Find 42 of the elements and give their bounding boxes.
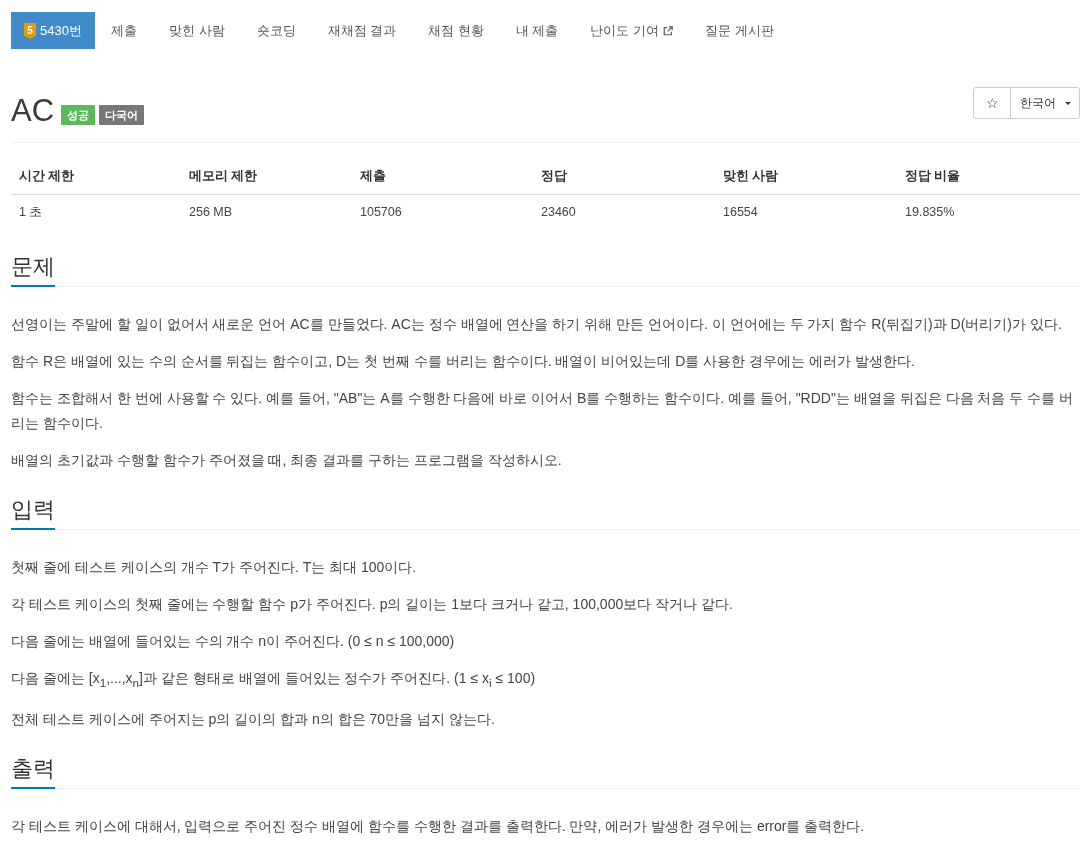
shield-badge: 5 (24, 22, 36, 39)
nav-tab[interactable]: 제출 (94, 12, 153, 49)
problem-label: 다국어 (99, 105, 145, 125)
table-cell-text: 16554 (722, 204, 759, 221)
table-header: 메모리 제한 (188, 168, 259, 185)
table-cell-text: 23460 (540, 204, 577, 221)
nav-tab[interactable]: 숏코딩 (240, 12, 312, 49)
paragraph: 각 테스트 케이스의 첫째 줄에는 수행할 함수 p가 주어진다. p의 길이는 1보다 크거나 같고, 100,000보다 작거나 같다. (11, 595, 734, 614)
problem-label: 성공 (61, 105, 96, 125)
table-header: 맞힌 사람 (722, 168, 780, 185)
nav-tab[interactable]: 질문 게시판 (689, 12, 790, 49)
nav-tab[interactable]: 채점 현황 (412, 12, 500, 49)
paragraph: 함수 R은 배열에 있는 수의 순서를 뒤집는 함수이고, D는 첫 번째 수를 버리는 함수이다. 배열이 비어있는데 D를 사용한 경우에는 에러가 발생한다. (11, 352, 916, 371)
paragraph: 첫째 줄에 테스트 케이스의 개수 T가 주어진다. T는 최대 100이다. (11, 558, 418, 577)
problem-title: AC (11, 93, 55, 129)
table-header: 정답 (540, 168, 568, 185)
language-dropdown[interactable]: 한국어 (1010, 87, 1080, 119)
favorite-button[interactable]: ☆ (973, 87, 1011, 119)
paragraph: 다음 줄에는 [x$_{1}$,...,x$_{n}$]과 같은 형태로 배열에 들어있는 정수가 주어진다. (1 ≤ x$_{i}$ ≤ 100) (11, 669, 537, 691)
nav-tab[interactable]: 5 5430번 (11, 12, 95, 49)
table-cell-text: 256 MB (188, 204, 234, 221)
nav-tab[interactable]: 난이도 기여 (574, 12, 690, 49)
nav-tab[interactable]: 맞힌 사람 (152, 12, 241, 49)
table-cell-text: 105706 (359, 204, 403, 221)
external-link-icon (663, 25, 674, 36)
paragraph: 선영이는 주말에 할 일이 없어서 새로운 언어 AC를 만들었다. AC는 정수 배열에 연산을 하기 위해 만든 언어이다. 이 언어에는 두 가지 함수 R(뒤집기)과 D(버리기)가 있다. (11, 315, 1063, 334)
table-cell-text: 19.835% (904, 204, 956, 221)
paragraph: 배열의 초기값과 수행할 함수가 주어졌을 때, 최종 결과를 구하는 프로그램을 작성하시오. (11, 451, 563, 470)
paragraph: 각 테스트 케이스에 대해서, 입력으로 주어진 정수 배열에 함수를 수행한 결과를 출력한다. 만약, 에러가 발생한 경우에는 error를 출력한다. (11, 816, 866, 836)
section-title: 입력 (11, 497, 55, 530)
table-cell-text: 1 초 (18, 204, 44, 221)
paragraph: 다음 줄에는 배열에 들어있는 수의 개수 n이 주어진다. (0 ≤ n ≤ 100,000) (11, 632, 456, 651)
nav-tab[interactable]: 내 제출 (499, 12, 575, 49)
table-header: 정답 비율 (904, 168, 962, 185)
table-header: 제출 (359, 168, 387, 185)
nav-tab[interactable]: 재채점 결과 (311, 12, 413, 49)
paragraph: 전체 테스트 케이스에 주어지는 p의 길이의 합과 n의 합은 70만을 넘지 않는다. (11, 709, 496, 729)
paragraph: 함수는 조합해서 한 번에 사용할 수 있다. 예를 들어, "AB"는 A를 수행한 다음에 바로 이어서 B를 수행하는 함수이다. 예를 들어, "RDD"는 배열을 뒤집은 다음 처음 두 수를 버리는 함수이다. (11, 389, 1075, 433)
table-header: 시간 제한 (18, 168, 76, 185)
caret-icon (1065, 101, 1071, 105)
section-title: 문제 (11, 254, 55, 287)
section-title: 출력 (11, 755, 55, 789)
